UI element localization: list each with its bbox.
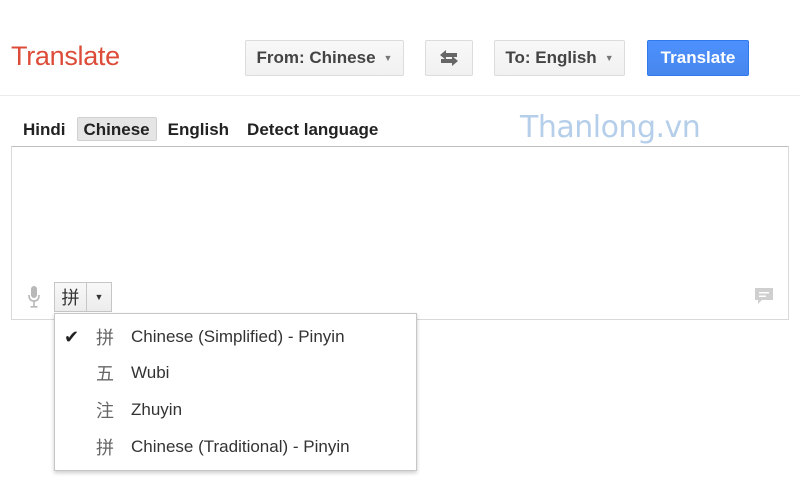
menu-item-label: Chinese (Traditional) - Pinyin [131,437,350,456]
chevron-down-icon: ▼ [383,53,393,63]
tab-hindi[interactable]: Hindi [16,117,73,141]
from-language-label: From: Chinese [256,48,376,67]
tab-chinese[interactable]: Chinese [76,117,157,141]
input-tool-menu-button[interactable]: ▼ [86,282,112,312]
source-text-input[interactable] [11,146,789,320]
wubi-glyph: 五 [96,364,114,385]
menu-item-wubi[interactable]: 五 Wubi [55,356,416,390]
pinyin-glyph: 拼 [61,288,80,308]
to-language-label: To: English [505,48,597,67]
menu-item-label: Zhuyin [131,400,183,419]
caret-down-icon: ▼ [94,292,104,302]
watermark: Thanlong.vn [520,110,701,145]
swap-languages-button[interactable] [425,40,473,76]
menu-item-label: Chinese (Simplified) - Pinyin [131,327,345,346]
source-language-tabs: Hindi Chinese English Detect language [16,116,389,142]
input-tools-menu: ✔ 拼 Chinese (Simplified) - Pinyin 五 Wubi… [54,313,417,471]
zhuyin-glyph: 注 [96,401,114,422]
header-bar: Translate From: Chinese ▼ To: English ▼ … [0,0,800,96]
tab-english[interactable]: English [161,117,236,141]
feedback-icon[interactable] [754,287,774,305]
chevron-down-icon: ▼ [604,53,614,63]
menu-item-chinese-traditional-pinyin[interactable]: 拼 Chinese (Traditional) - Pinyin [55,430,416,464]
app-title: Translate [11,41,120,71]
input-tool-toggle[interactable]: 拼 [54,282,87,312]
menu-item-zhuyin[interactable]: 注 Zhuyin [55,393,416,427]
to-language-dropdown[interactable]: To: English ▼ [494,40,625,76]
from-language-dropdown[interactable]: From: Chinese ▼ [245,40,404,76]
menu-item-chinese-simplified-pinyin[interactable]: ✔ 拼 Chinese (Simplified) - Pinyin [55,320,416,354]
checkmark-icon: ✔ [64,326,80,347]
pinyin-glyph: 拼 [96,438,114,459]
tab-detect-language[interactable]: Detect language [240,117,385,141]
microphone-icon[interactable] [28,286,40,308]
menu-item-label: Wubi [131,363,170,382]
translate-button[interactable]: Translate [647,40,749,76]
pinyin-glyph: 拼 [96,328,114,349]
swap-arrows-icon [440,50,458,66]
